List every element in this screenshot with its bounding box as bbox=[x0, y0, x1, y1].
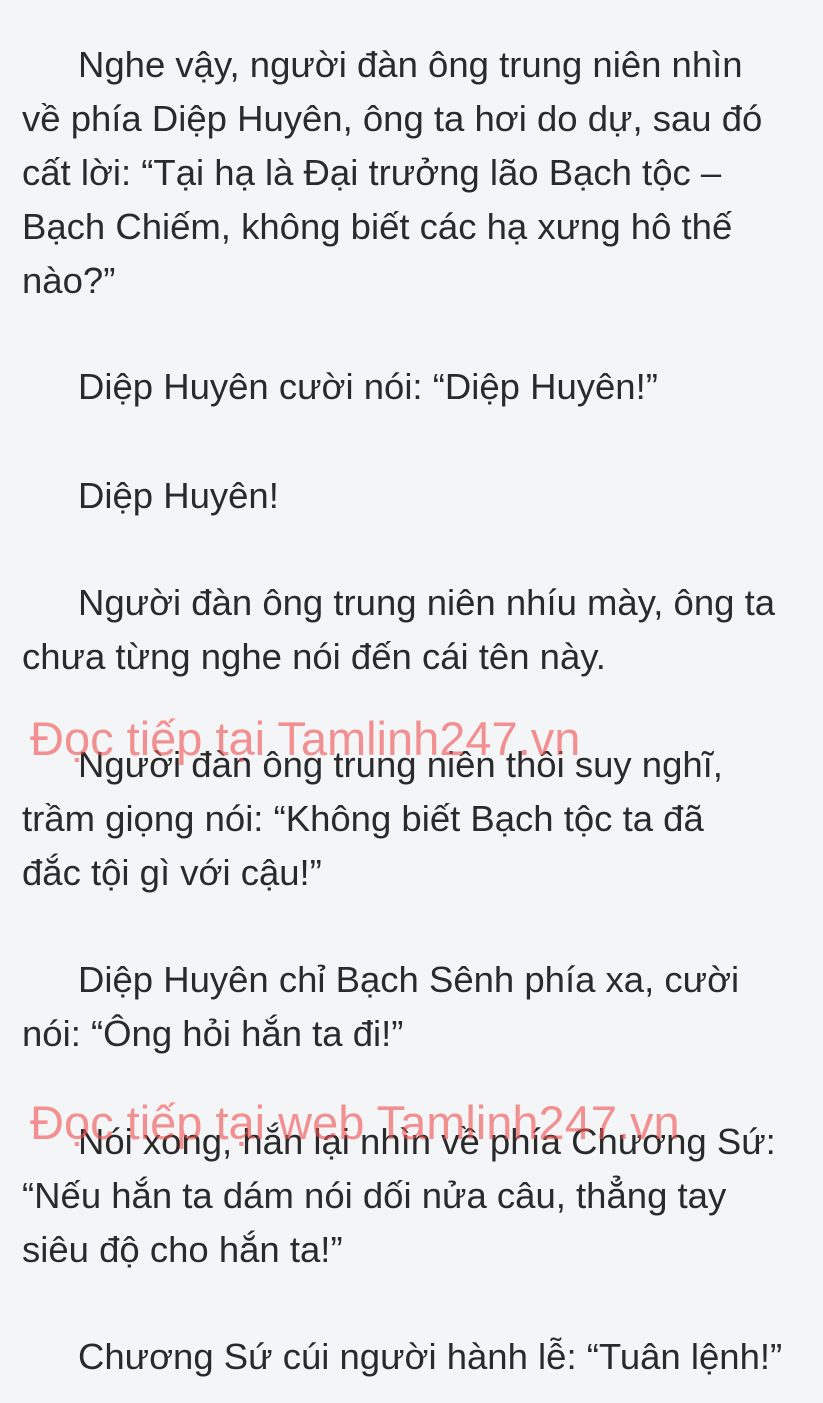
paragraph-3: Diệp Huyên! bbox=[78, 475, 279, 516]
paragraph-2: Diệp Huyên cười nói: “Diệp Huyên!” bbox=[78, 366, 658, 407]
reader-page: Nghe vậy, người đàn ông trung niên nhìn … bbox=[0, 0, 823, 1403]
paragraph-1: Nghe vậy, người đàn ông trung niên nhìn … bbox=[22, 44, 763, 301]
paragraph-6: Diệp Huyên chỉ Bạch Sênh phía xa, cười n… bbox=[22, 959, 740, 1054]
paragraph-4: Người đàn ông trung niên nhíu mày, ông t… bbox=[22, 582, 776, 677]
paragraph-8: Chương Sứ cúi người hành lễ: “Tuân lệnh!… bbox=[78, 1336, 783, 1377]
paragraph-5: Người đàn ông trung niên thôi suy nghĩ, … bbox=[22, 744, 723, 893]
paragraph-7: Nói xong, hắn lại nhìn về phía Chương Sứ… bbox=[22, 1121, 776, 1270]
